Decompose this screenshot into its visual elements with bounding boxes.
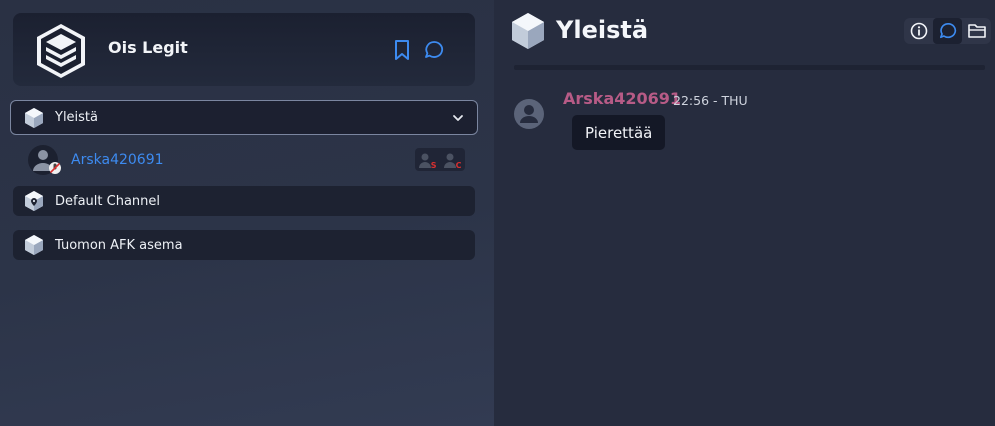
chat-panel: Yleistä Arska420691 22:56 - THU Pierettä… — [494, 0, 995, 426]
channel-default[interactable]: Default Channel — [13, 186, 475, 216]
chat-header-tools — [904, 18, 991, 44]
status-letter: C — [455, 160, 462, 170]
message-bubble: Pierettää — [572, 115, 666, 150]
server-chat-button[interactable] — [423, 38, 445, 62]
bookmark-icon — [395, 40, 409, 60]
server-card: Ois Legit — [13, 13, 475, 86]
chat-bubble-icon — [425, 41, 443, 58]
channel-yleista[interactable]: Yleistä — [10, 100, 478, 135]
channel-title: Yleistä — [556, 16, 649, 44]
message-time: 22:56 - THU — [673, 93, 748, 108]
channel-label: Tuomon AFK asema — [55, 237, 183, 253]
stack-layers-icon — [37, 24, 85, 78]
server-sidebar: Ois Legit Yleistä Arska420691 S C Defaul… — [0, 0, 494, 426]
user-status-icons: S C — [415, 148, 465, 171]
location-cube-icon — [25, 191, 43, 211]
teamspeak-app: Ois Legit Yleistä Arska420691 S C Defaul… — [0, 0, 995, 426]
info-button[interactable] — [904, 18, 933, 44]
cube-icon — [25, 235, 43, 255]
avatar-icon — [514, 99, 544, 129]
chevron-down-icon[interactable] — [451, 111, 465, 125]
chat-bubble-icon — [939, 22, 956, 39]
channel-user-row[interactable]: Arska420691 S C — [28, 144, 465, 176]
bookmark-button[interactable] — [391, 38, 413, 62]
folder-icon — [967, 24, 986, 38]
channel-label: Default Channel — [55, 193, 161, 209]
avatar-icon — [28, 145, 61, 175]
mic-muted-icon: C — [443, 152, 462, 170]
channel-label: Yleistä — [55, 110, 98, 125]
user-name: Arska420691 — [71, 152, 164, 168]
cube-icon — [25, 107, 43, 128]
message-author[interactable]: Arska420691 — [563, 89, 681, 108]
speaker-muted-icon: S — [418, 152, 437, 170]
user-avatar — [28, 144, 62, 176]
status-letter: S — [430, 160, 437, 170]
message-text: Pierettää — [585, 123, 653, 142]
header-divider — [514, 65, 985, 70]
channel-tuomon-afk[interactable]: Tuomon AFK asema — [13, 230, 475, 260]
server-name: Ois Legit — [108, 38, 188, 57]
files-button[interactable] — [962, 18, 991, 44]
chat-button[interactable] — [933, 18, 962, 44]
info-icon — [910, 22, 927, 40]
cube-icon — [512, 13, 544, 49]
